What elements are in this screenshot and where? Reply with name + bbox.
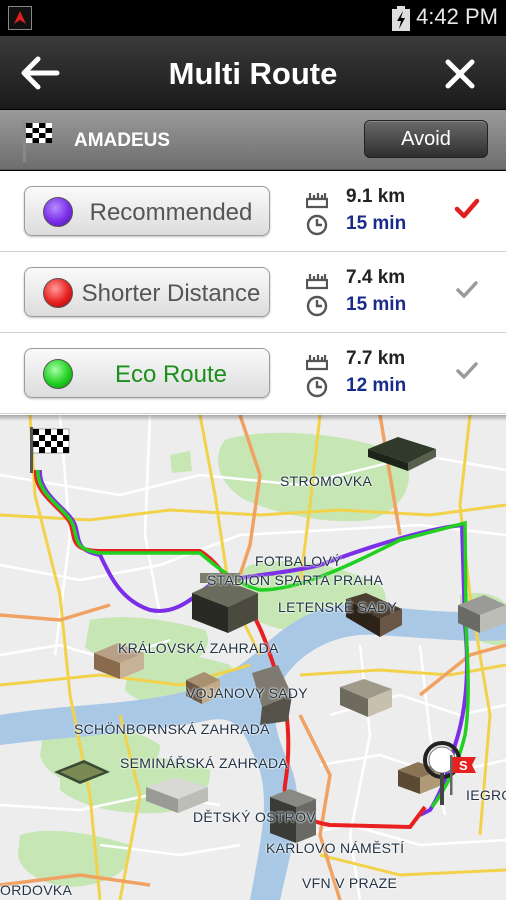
route-time: 15 min — [306, 212, 426, 238]
route-button-eco[interactable]: Eco Route — [24, 348, 270, 398]
checkered-flag-icon — [20, 120, 56, 164]
map-label-vfn-v-praze: VFN V PRAZE — [302, 875, 398, 891]
route-color-dot — [43, 278, 73, 308]
route-label: Recommended — [89, 199, 253, 226]
route-distance: 7.4 km — [306, 266, 426, 292]
ruler-icon — [306, 355, 328, 371]
route-row-shorter-distance[interactable]: Shorter Distance 7.4 km 15 min — [0, 252, 506, 333]
start-marker-letter: S — [459, 758, 468, 773]
clock-icon — [306, 295, 328, 317]
route-distance: 9.1 km — [306, 185, 426, 211]
route-row-recommended[interactable]: Recommended 9.1 km 15 min — [0, 171, 506, 252]
checkmark-icon[interactable] — [454, 278, 480, 302]
route-map[interactable]: S STROMOVKA FOTBALOVÝ STADION SPARTA PRA… — [0, 415, 506, 900]
destination-bar: AMADEUS Avoid — [0, 110, 506, 170]
map-label-letenske-sady: LETENSKÉ SADY — [278, 599, 398, 615]
screen: 4:42 PM Multi Route AMADEUS Avoid Recomm… — [0, 0, 506, 900]
ruler-icon — [306, 193, 328, 209]
route-color-dot — [43, 197, 73, 227]
route-button-recommended[interactable]: Recommended — [24, 186, 270, 236]
map-label-pivovarska: IEGROV — [466, 787, 506, 803]
route-label: Eco Route — [114, 361, 228, 388]
destination-name: AMADEUS — [74, 130, 171, 151]
page-title: Multi Route — [168, 56, 338, 91]
route-button-shorter-distance[interactable]: Shorter Distance — [24, 267, 270, 317]
checkmark-icon[interactable] — [454, 359, 480, 383]
status-bar: 4:42 PM — [0, 0, 506, 36]
map-label-ordovka: ORDOVKA — [0, 882, 73, 898]
route-row-eco[interactable]: Eco Route 7.7 km 12 min — [0, 333, 506, 414]
route-label: Shorter Distance — [81, 280, 261, 307]
clock-icon — [306, 376, 328, 398]
route-color-dot — [43, 359, 73, 389]
route-time: 12 min — [306, 374, 426, 400]
close-icon — [445, 59, 475, 89]
map-top-shadow — [0, 415, 506, 421]
clock: 4:42 PM — [416, 4, 498, 29]
map-canvas[interactable]: S — [0, 415, 506, 900]
map-label-stadion-sparta: STADION SPARTA PRAHA — [207, 572, 384, 588]
clock-icon — [306, 214, 328, 236]
ruler-icon — [306, 274, 328, 290]
title-bar: Multi Route — [0, 36, 506, 110]
map-label-fotbalovy: FOTBALOVÝ — [255, 553, 342, 569]
navigation-app-icon — [8, 6, 32, 30]
route-time: 15 min — [306, 293, 426, 319]
checkmark-icon-selected[interactable] — [454, 197, 480, 221]
route-list: Recommended 9.1 km 15 min Shorter Distan… — [0, 171, 506, 415]
map-label-detsky-ostrov: DĚTSKÝ OSTROV — [193, 809, 316, 825]
map-label-kralovska-zahrada: KRÁLOVSKÁ ZAHRADA — [118, 640, 279, 656]
map-label-karlovo-namesti: KARLOVO NÁMĚSTÍ — [266, 840, 405, 856]
close-button[interactable] — [444, 58, 476, 90]
map-label-vojanovy-sady: VOJANOVY SADY — [186, 685, 308, 701]
map-label-seminarska-zahrada: SEMINÁŘSKÁ ZAHRADA — [120, 755, 288, 771]
map-label-stromovka: STROMOVKA — [280, 473, 373, 489]
battery-charging-icon — [392, 6, 410, 31]
map-label-schonbornska-zahrada: SCHÖNBORNSKÁ ZAHRADA — [74, 721, 270, 737]
route-distance: 7.7 km — [306, 347, 426, 373]
avoid-button[interactable]: Avoid — [364, 120, 488, 158]
